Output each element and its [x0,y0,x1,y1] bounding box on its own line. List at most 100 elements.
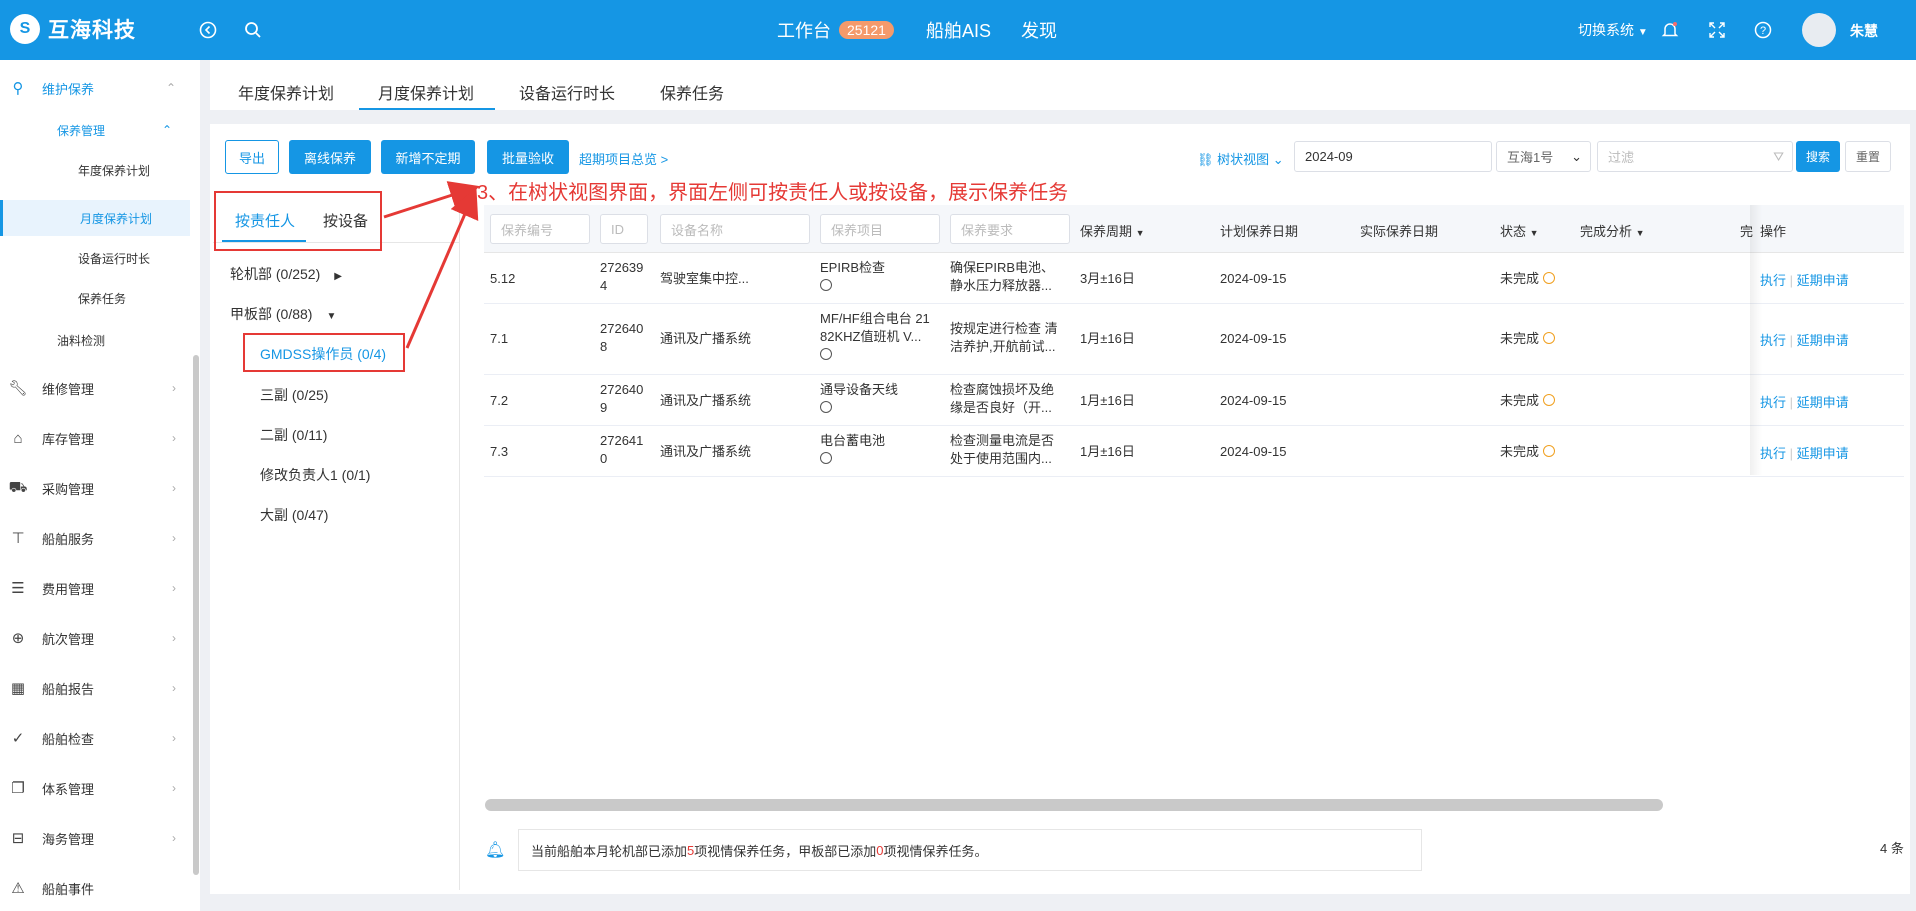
filter-item-input[interactable]: 保养项目 [820,214,940,244]
ship-select[interactable]: 互海1号 ⌄ [1496,141,1591,172]
header-cycle[interactable]: 保养周期 ▼ [1080,221,1145,240]
sidebar-subgroup-maintenance-mgmt[interactable]: 保养管理 ⌃ [0,112,190,148]
header-plan-date: 计划保养日期 [1220,224,1299,239]
sidebar-item-incident[interactable]: ⚠ 船舶事件 [0,870,190,906]
cell-code: 5.12 [490,271,516,286]
delay-request-link[interactable]: 延期申请 [1797,395,1849,410]
nav-workbench[interactable]: 工作台 25121 [777,17,894,43]
table-horizontal-scrollbar[interactable] [485,799,1663,811]
caret-down-icon: ▼ [1529,228,1539,238]
bell-icon: 🔔︎ [485,842,506,859]
filter-input[interactable]: 过滤 ⛛ [1597,141,1793,172]
tree-view-dropdown[interactable]: ⛓ 树状视图 ⌄ [1197,149,1284,168]
offline-maintenance-button[interactable]: 离线保养 [289,140,371,174]
batch-accept-button[interactable]: 批量验收 [487,140,569,174]
cell-item: EPIRB检查 [820,259,885,296]
month-picker[interactable]: 2024-09 [1294,141,1492,172]
sidebar-item-ship-service[interactable]: ⊤ 船舶服务 › [0,520,190,556]
nav-discover-label: 发现 [1021,21,1057,41]
chevron-right-icon: › [172,381,176,395]
avatar[interactable] [1802,13,1836,47]
active-tab-underline [359,108,495,110]
sidebar-item-purchase[interactable]: ⛟ 采购管理 › [0,470,190,506]
search-icon[interactable] [241,18,265,42]
delay-request-link[interactable]: 延期申请 [1797,333,1849,348]
cell-plan-date: 2024-09-15 [1220,444,1287,459]
filter-device-input[interactable]: 设备名称 [660,214,810,244]
cell-id-line2: 8 [600,339,608,354]
cell-id-line1: 272639 [600,260,644,275]
sidebar-item-marine[interactable]: ⊟ 海务管理 › [0,820,190,856]
tree-node-engine[interactable]: 轮机部 (0/252) ▶ [230,264,342,284]
tree-node-chief-officer[interactable]: 大副 (0/47) [260,505,328,525]
execute-link[interactable]: 执行 [1760,273,1786,288]
caret-down-icon: ▼ [1135,228,1145,238]
tree-icon: ⛓ [1197,152,1214,167]
filter-id-input[interactable]: ID [600,214,648,244]
nav-discover[interactable]: 发现 [1021,17,1057,43]
logo[interactable]: S 互海科技 [10,14,136,44]
execute-link[interactable]: 执行 [1760,446,1786,461]
sidebar-item-annual-plan[interactable]: 年度保养计划 [0,152,190,188]
header-analysis[interactable]: 完成分析 ▼ [1580,221,1645,240]
execute-link[interactable]: 执行 [1760,333,1786,348]
chevron-right-icon: › [172,481,176,495]
sidebar-item-oil[interactable]: 油料检测 [0,322,190,358]
search-button[interactable]: 搜索 [1796,141,1840,172]
collapse-icon[interactable] [196,18,220,42]
filter-req-input[interactable]: 保养要求 [950,214,1070,244]
row-actions: 执行 | 延期申请 [1760,270,1849,289]
help-icon[interactable]: ? [1751,18,1775,42]
tree-node-modified-owner[interactable]: 修改负责人1 (0/1) [260,465,370,485]
sidebar-item-monthly-plan[interactable]: 月度保养计划 [0,200,190,236]
status-text: 未完成 [1500,271,1540,286]
sidebar-scrollbar[interactable] [193,355,199,875]
nav-ship-ais[interactable]: 船舶AIS [926,17,991,43]
cell-device: 通讯及广播系统 [660,444,752,459]
warehouse-icon: ⌂ [13,429,23,447]
overdue-overview-link[interactable]: 超期项目总览 > [579,149,668,168]
sidebar-item-tasks[interactable]: 保养任务 [0,280,190,316]
tree-node-deck[interactable]: 甲板部 (0/88) ▼ [230,304,336,324]
sidebar-item-cost[interactable]: ☰ 费用管理 › [0,570,190,606]
switch-system-dropdown[interactable]: 切换系统 ▼ [1578,20,1648,40]
caret-right-icon: ▶ [334,271,342,282]
tab-annual-plan[interactable]: 年度保养计划 [238,80,334,104]
sidebar-item-voyage[interactable]: ⊕ 航次管理 › [0,620,190,656]
reset-button[interactable]: 重置 [1845,141,1891,172]
sidebar-item-runtime[interactable]: 设备运行时长 [0,240,190,276]
sidebar-group-maintenance[interactable]: ⚲ 维护保养 ⌃ [0,70,190,106]
sidebar-item-inspection[interactable]: ✓ 船舶检查 › [0,720,190,756]
fullscreen-icon[interactable] [1705,18,1729,42]
cell-id: 272641 0 [600,432,643,468]
table-row[interactable]: 7.1 272640 8 通讯及广播系统 MF/HF组合电台 21 82KHZ值班机… [484,304,1904,375]
wrench-icon: 🔧︎ [8,380,28,397]
export-button[interactable]: 导出 [225,140,279,174]
table-row[interactable]: 7.3 272641 0 通讯及广播系统 电台蓄电池 检查测量电流是否 处于使用范围… [484,426,1904,477]
delay-request-link[interactable]: 延期申请 [1797,446,1849,461]
clock-icon [820,348,832,360]
active-indicator [0,200,3,236]
sidebar-item-repair[interactable]: 🔧︎ 维修管理 › [0,370,190,406]
execute-link[interactable]: 执行 [1760,395,1786,410]
sidebar-item-inventory[interactable]: ⌂ 库存管理 › [0,420,190,456]
sidebar-item-system[interactable]: ❐ 体系管理 › [0,770,190,806]
bell-icon[interactable] [1658,18,1682,42]
notice-count-engine: 5 [687,842,695,858]
filter-code-input[interactable]: 保养编号 [490,214,590,244]
add-irregular-button[interactable]: 新增不定期 [381,140,475,174]
delay-request-link[interactable]: 延期申请 [1797,273,1849,288]
tree-node-third-officer[interactable]: 三副 (0/25) [260,385,328,405]
tree-node-second-officer[interactable]: 二副 (0/11) [260,425,327,445]
tab-monthly-plan[interactable]: 月度保养计划 [378,80,474,104]
sidebar-item-report[interactable]: ▦ 船舶报告 › [0,670,190,706]
table-row[interactable]: 5.12 272639 4 驾驶室集中控... EPIRB检查 确保EPIRB电池… [484,253,1904,304]
sidebar-subgroup-label: 保养管理 [57,123,106,138]
sidebar-item-label: 体系管理 [42,781,95,797]
user-name[interactable]: 朱慧 [1850,21,1878,41]
header-status[interactable]: 状态 ▼ [1500,221,1539,240]
tab-tasks[interactable]: 保养任务 [660,80,724,104]
annotation-box-gmdss [243,333,405,372]
table-row[interactable]: 7.2 272640 9 通讯及广播系统 通导设备天线 检查腐蚀损坏及绝 缘是否良好… [484,375,1904,426]
tab-runtime[interactable]: 设备运行时长 [519,80,615,104]
